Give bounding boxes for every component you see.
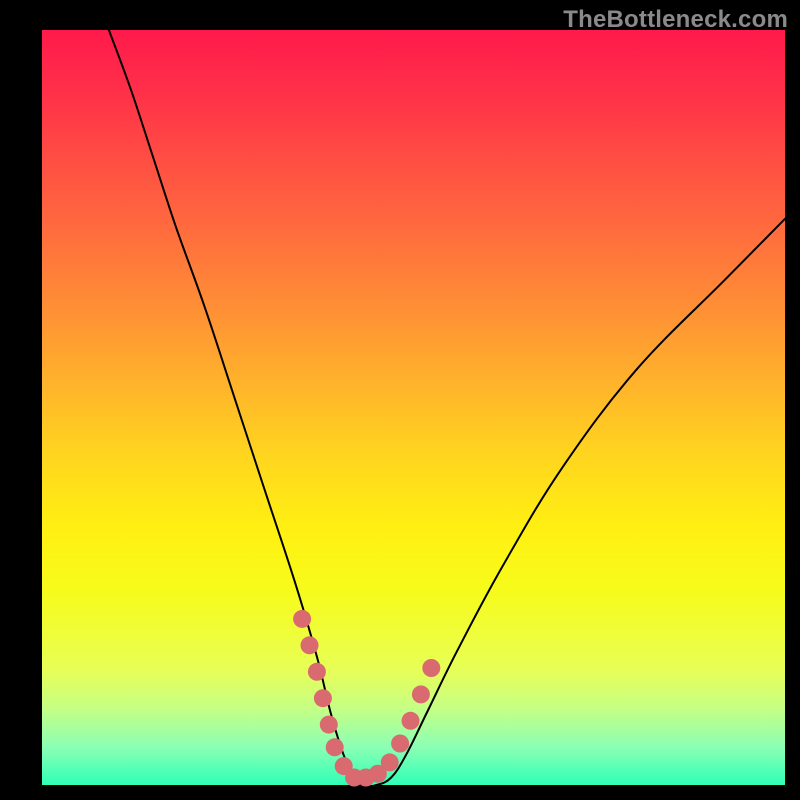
curve-marker: [412, 685, 430, 703]
bottleneck-curve: [109, 30, 785, 787]
curve-marker: [293, 610, 311, 628]
plot-area: [42, 30, 785, 785]
chart-frame: TheBottleneck.com: [0, 0, 800, 800]
watermark-text: TheBottleneck.com: [563, 6, 788, 34]
curve-marker: [381, 753, 399, 771]
curve-marker: [391, 735, 409, 753]
curve-marker: [314, 689, 332, 707]
curve-marker: [308, 663, 326, 681]
curve-marker: [402, 712, 420, 730]
curve-marker: [422, 659, 440, 677]
chart-svg: [42, 30, 785, 785]
curve-marker: [326, 738, 344, 756]
curve-marker: [320, 716, 338, 734]
curve-marker: [301, 636, 319, 654]
marker-layer: [293, 610, 440, 787]
curve-layer: [109, 30, 785, 787]
